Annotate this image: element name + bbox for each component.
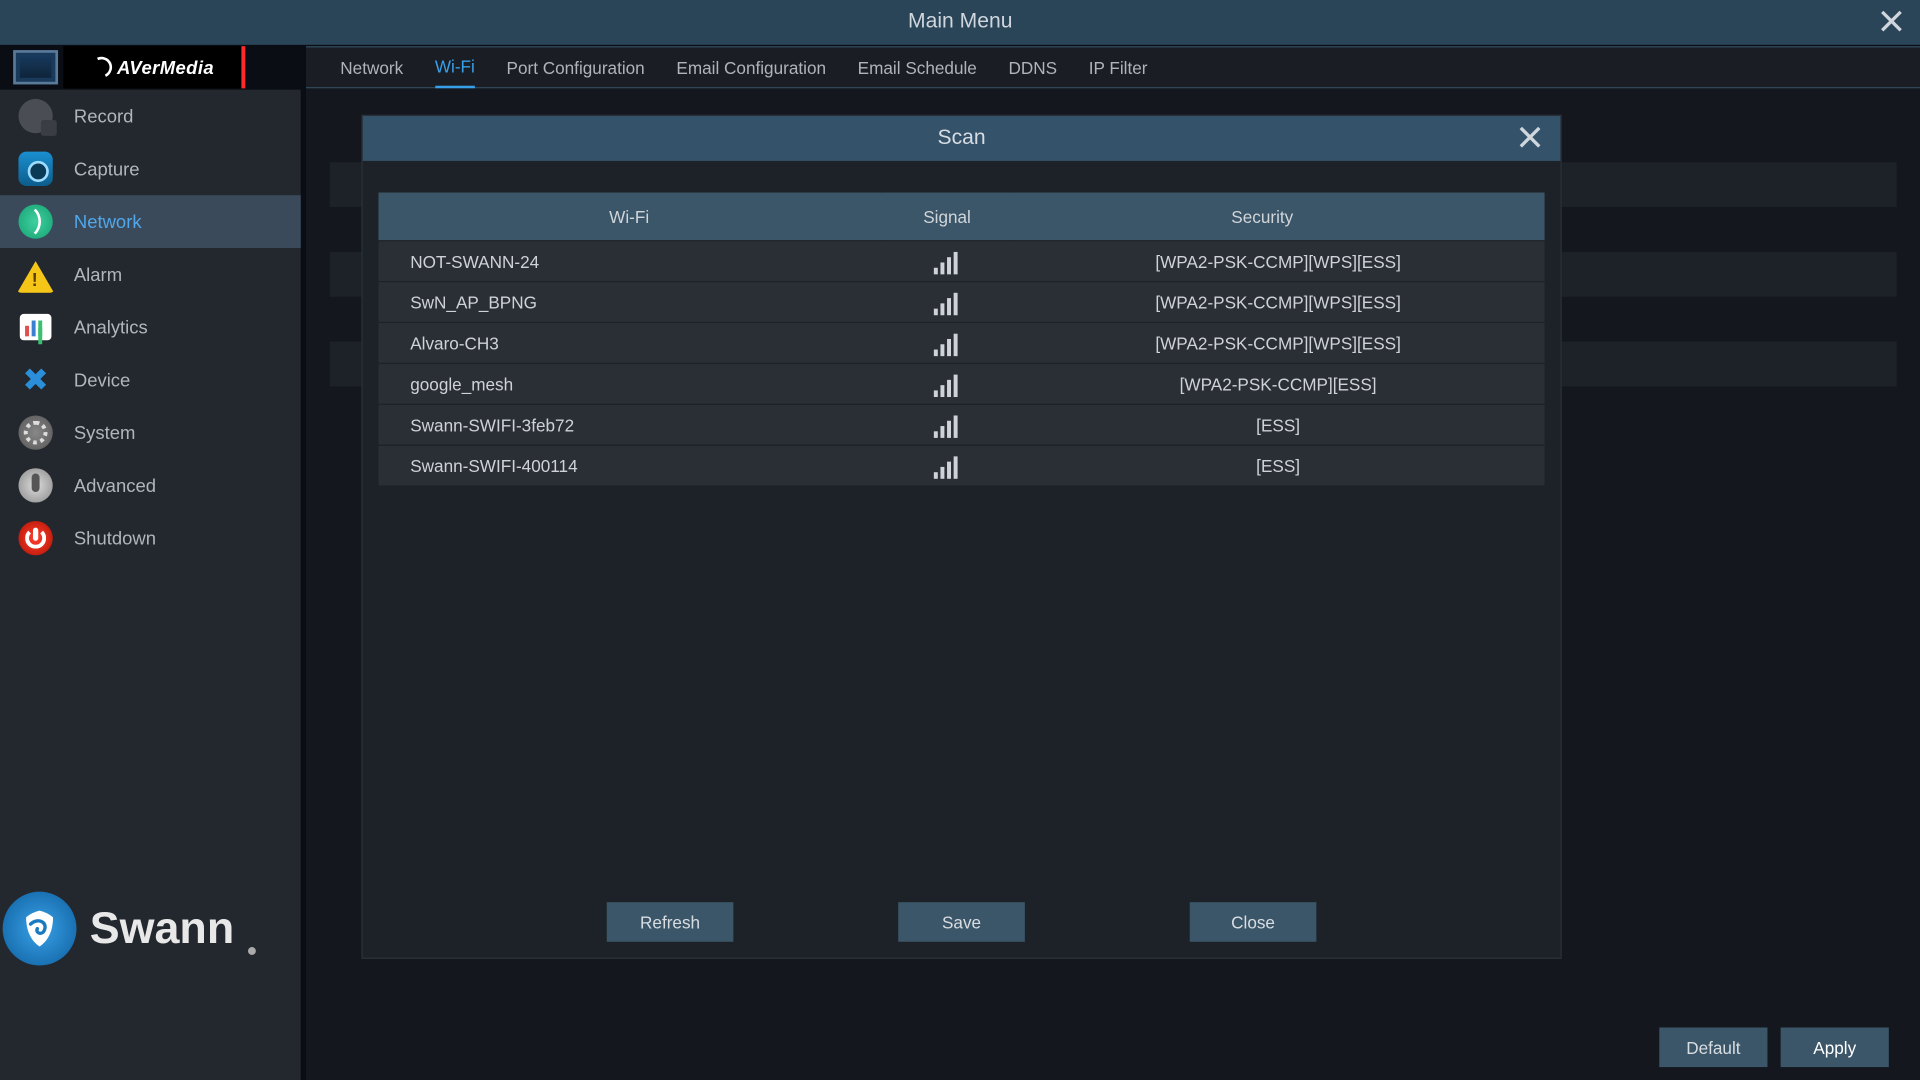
sidebar-item-alarm[interactable]: Alarm: [0, 248, 301, 301]
cell-security: [WPA2-PSK-CCMP][WPS][ESS]: [1012, 251, 1545, 271]
cell-security: [WPA2-PSK-CCMP][WPS][ESS]: [1012, 292, 1545, 312]
camera-icon: [18, 152, 52, 186]
signal-icon: [880, 289, 1012, 315]
sidebar-item-system[interactable]: System: [0, 406, 301, 459]
sidebar-item-analytics[interactable]: Analytics: [0, 301, 301, 354]
column-security[interactable]: Security: [1014, 193, 1510, 240]
scan-modal: Scan Wi-Fi Signal Security NOT-SWANN-24 […: [361, 115, 1561, 959]
cell-security: [WPA2-PSK-CCMP][ESS]: [1012, 374, 1545, 394]
modal-header: Scan: [363, 116, 1561, 161]
modal-close-icon[interactable]: [1510, 117, 1550, 157]
cell-security: [WPA2-PSK-CCMP][WPS][ESS]: [1012, 333, 1545, 353]
content-area: Default Apply Scan Wi-Fi Signal Security…: [306, 88, 1920, 1080]
titlebar: Main Menu: [0, 0, 1920, 45]
monitor-icon: [13, 50, 58, 84]
close-button[interactable]: Close: [1190, 902, 1317, 942]
modal-title: Scan: [937, 127, 985, 151]
sidebar-item-label: System: [74, 422, 136, 443]
sidebar-item-label: Capture: [74, 158, 140, 179]
mouse-icon: [18, 468, 52, 502]
sidebar-item-label: Device: [74, 369, 130, 390]
tab-network[interactable]: Network: [340, 46, 403, 88]
cell-ssid: google_mesh: [379, 374, 880, 394]
table-row[interactable]: SwN_AP_BPNG [WPA2-PSK-CCMP][WPS][ESS]: [379, 282, 1545, 322]
sidebar: Record Capture Network Alarm Analytics ✖…: [0, 90, 301, 1080]
cell-ssid: Swann-SWIFI-3feb72: [379, 415, 880, 435]
sidebar-item-capture[interactable]: Capture: [0, 142, 301, 195]
close-icon[interactable]: [1876, 5, 1908, 37]
cell-security: [ESS]: [1012, 456, 1545, 476]
brand-box: AVerMedia: [63, 46, 245, 88]
cell-ssid: NOT-SWANN-24: [379, 251, 880, 271]
table-header: Wi-Fi Signal Security: [379, 193, 1545, 240]
tab-strip: Network Wi-Fi Port Configuration Email C…: [306, 46, 1920, 88]
alarm-icon: [17, 261, 54, 293]
network-icon: [18, 204, 52, 238]
tab-wifi[interactable]: Wi-Fi: [435, 46, 475, 88]
cell-ssid: Alvaro-CH3: [379, 333, 880, 353]
default-button[interactable]: Default: [1659, 1028, 1767, 1068]
table-rows: NOT-SWANN-24[WPA2-PSK-CCMP][WPS][ESS]SwN…: [379, 241, 1545, 485]
sidebar-item-advanced[interactable]: Advanced: [0, 459, 301, 512]
sidebar-item-label: Advanced: [74, 475, 156, 496]
column-signal[interactable]: Signal: [882, 193, 1011, 240]
sidebar-item-record[interactable]: Record: [0, 90, 301, 143]
swann-logo: Swann: [3, 892, 256, 966]
column-handle[interactable]: [1513, 193, 1545, 240]
window-title: Main Menu: [908, 11, 1012, 35]
tab-ddns[interactable]: DDNS: [1008, 46, 1057, 88]
table-row[interactable]: Swann-SWIFI-3feb72 [ESS]: [379, 405, 1545, 445]
signal-icon: [880, 248, 1012, 274]
gear-icon: [18, 415, 52, 449]
sidebar-item-label: Shutdown: [74, 528, 156, 549]
brand-name: AVerMedia: [117, 57, 214, 78]
signal-icon: [880, 452, 1012, 478]
swann-text: Swann: [90, 903, 235, 954]
table-row[interactable]: google_mesh [WPA2-PSK-CCMP][ESS]: [379, 364, 1545, 404]
wrench-icon: ✖: [22, 361, 49, 399]
table-row[interactable]: Swann-SWIFI-400114 [ESS]: [379, 446, 1545, 486]
power-icon: [18, 521, 52, 555]
modal-footer: Refresh Save Close: [363, 902, 1561, 942]
cell-security: [ESS]: [1012, 415, 1545, 435]
sidebar-item-label: Record: [74, 106, 134, 127]
tab-email-schedule[interactable]: Email Schedule: [858, 46, 977, 88]
apply-button[interactable]: Apply: [1781, 1028, 1889, 1068]
sidebar-item-label: Analytics: [74, 317, 148, 338]
footer-buttons: Default Apply: [1659, 1028, 1889, 1068]
save-button[interactable]: Save: [898, 902, 1025, 942]
table-row[interactable]: NOT-SWANN-24 [WPA2-PSK-CCMP][WPS][ESS]: [379, 241, 1545, 281]
record-icon: [18, 99, 52, 133]
tab-ip-filter[interactable]: IP Filter: [1089, 46, 1148, 88]
signal-icon: [880, 330, 1012, 356]
analytics-icon: [20, 314, 52, 340]
sidebar-item-network[interactable]: Network: [0, 195, 301, 248]
brand-swirl-icon: [88, 54, 115, 81]
sidebar-item-shutdown[interactable]: Shutdown: [0, 512, 301, 565]
table-row[interactable]: Alvaro-CH3 [WPA2-PSK-CCMP][WPS][ESS]: [379, 323, 1545, 363]
modal-body: Wi-Fi Signal Security NOT-SWANN-24 [WPA2-…: [379, 193, 1545, 892]
signal-icon: [880, 412, 1012, 438]
swann-shield-icon: [3, 892, 77, 966]
cell-ssid: Swann-SWIFI-400114: [379, 456, 880, 476]
cell-ssid: SwN_AP_BPNG: [379, 292, 880, 312]
sidebar-item-label: Alarm: [74, 264, 122, 285]
column-wifi[interactable]: Wi-Fi: [379, 193, 880, 240]
tab-email-configuration[interactable]: Email Configuration: [676, 46, 826, 88]
refresh-button[interactable]: Refresh: [607, 902, 734, 942]
tab-port-configuration[interactable]: Port Configuration: [507, 46, 645, 88]
signal-icon: [880, 371, 1012, 397]
sidebar-item-label: Network: [74, 211, 142, 232]
swann-dot-icon: [247, 947, 255, 955]
sidebar-item-device[interactable]: ✖ Device: [0, 353, 301, 406]
